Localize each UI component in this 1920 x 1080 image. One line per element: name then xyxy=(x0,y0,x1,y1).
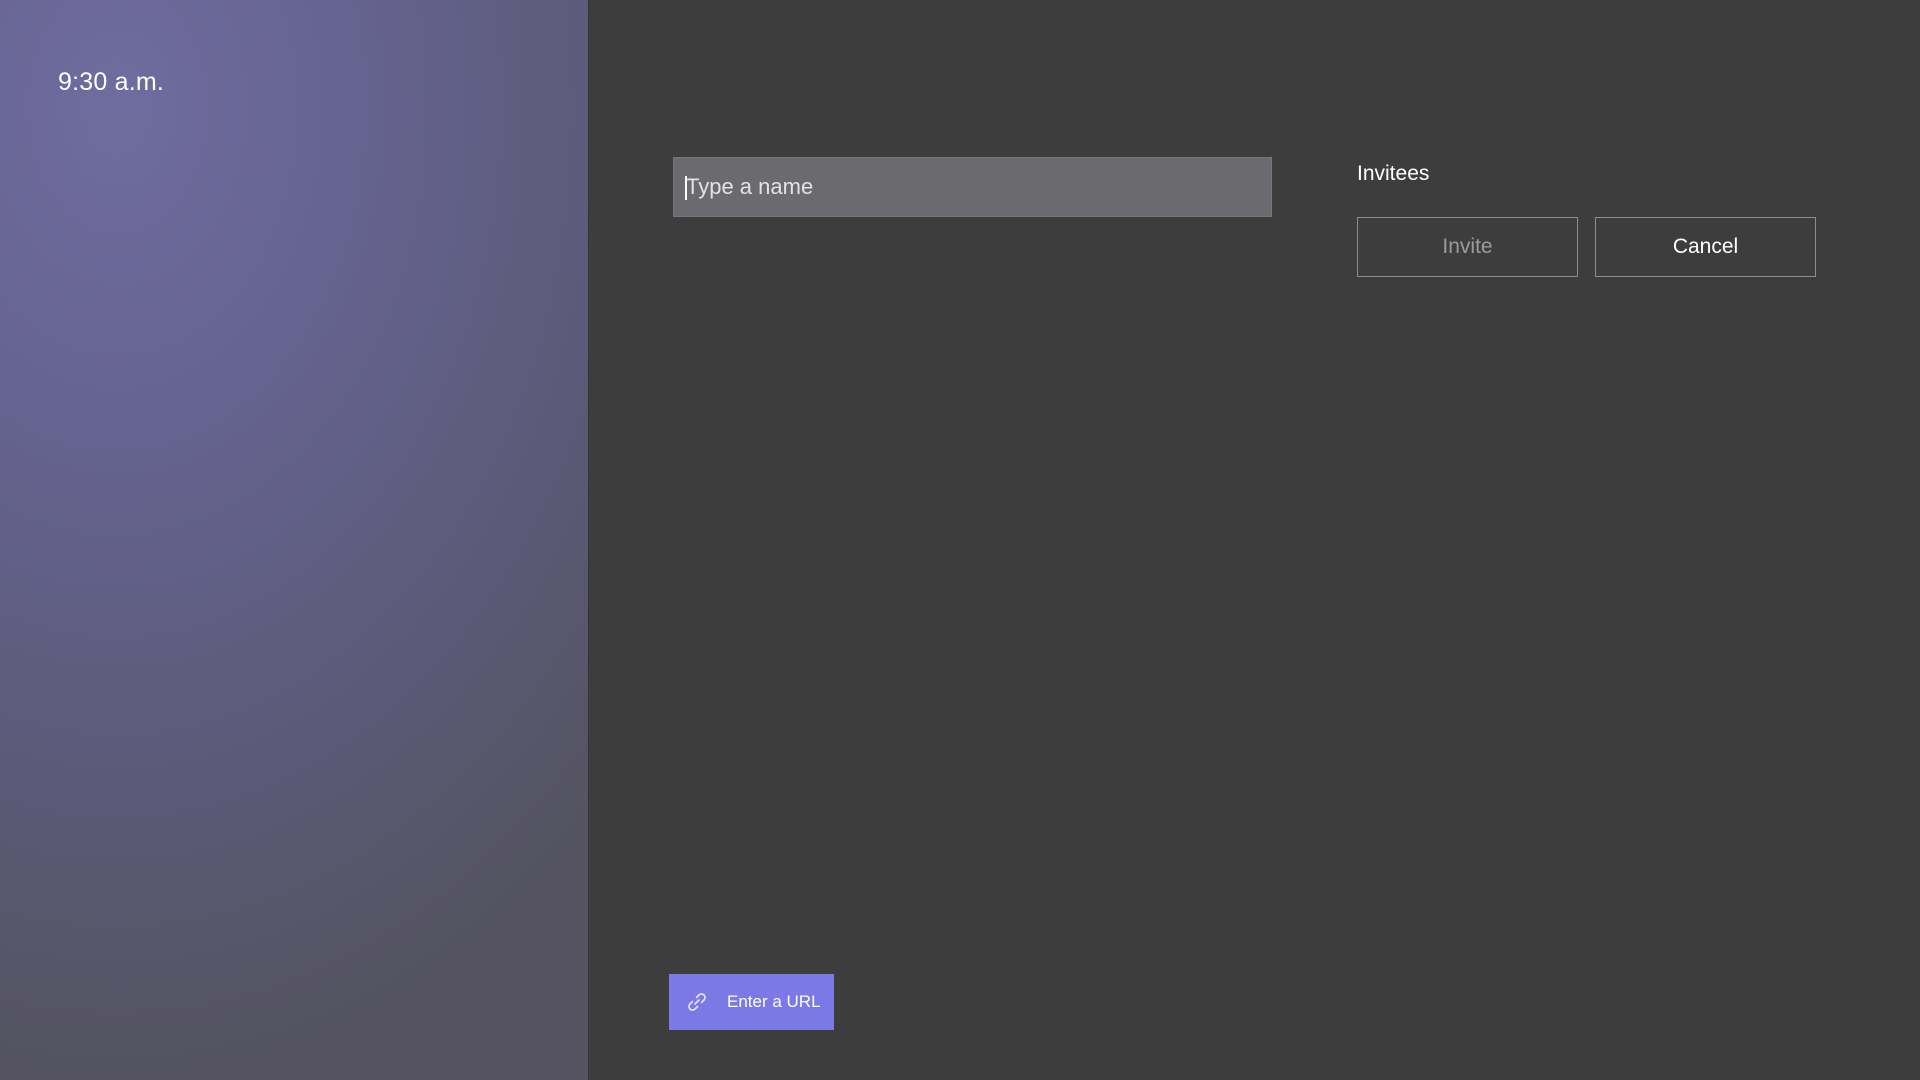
text-caret xyxy=(685,176,687,200)
enter-url-label: Enter a URL xyxy=(727,992,821,1011)
cancel-button[interactable]: Cancel xyxy=(1595,217,1816,277)
clock: 9:30 a.m. xyxy=(58,68,165,96)
link-icon xyxy=(685,990,709,1014)
enter-url-button[interactable]: Enter a URL xyxy=(669,974,834,1030)
invitees-label: Invitees xyxy=(1357,162,1430,185)
screen: 9:30 a.m. Invitees Invite Cancel Enter a… xyxy=(0,0,1920,1080)
invite-button[interactable]: Invite xyxy=(1357,217,1578,277)
name-input[interactable] xyxy=(674,158,1271,216)
left-panel: 9:30 a.m. xyxy=(0,0,589,1080)
name-input-container xyxy=(673,157,1272,217)
